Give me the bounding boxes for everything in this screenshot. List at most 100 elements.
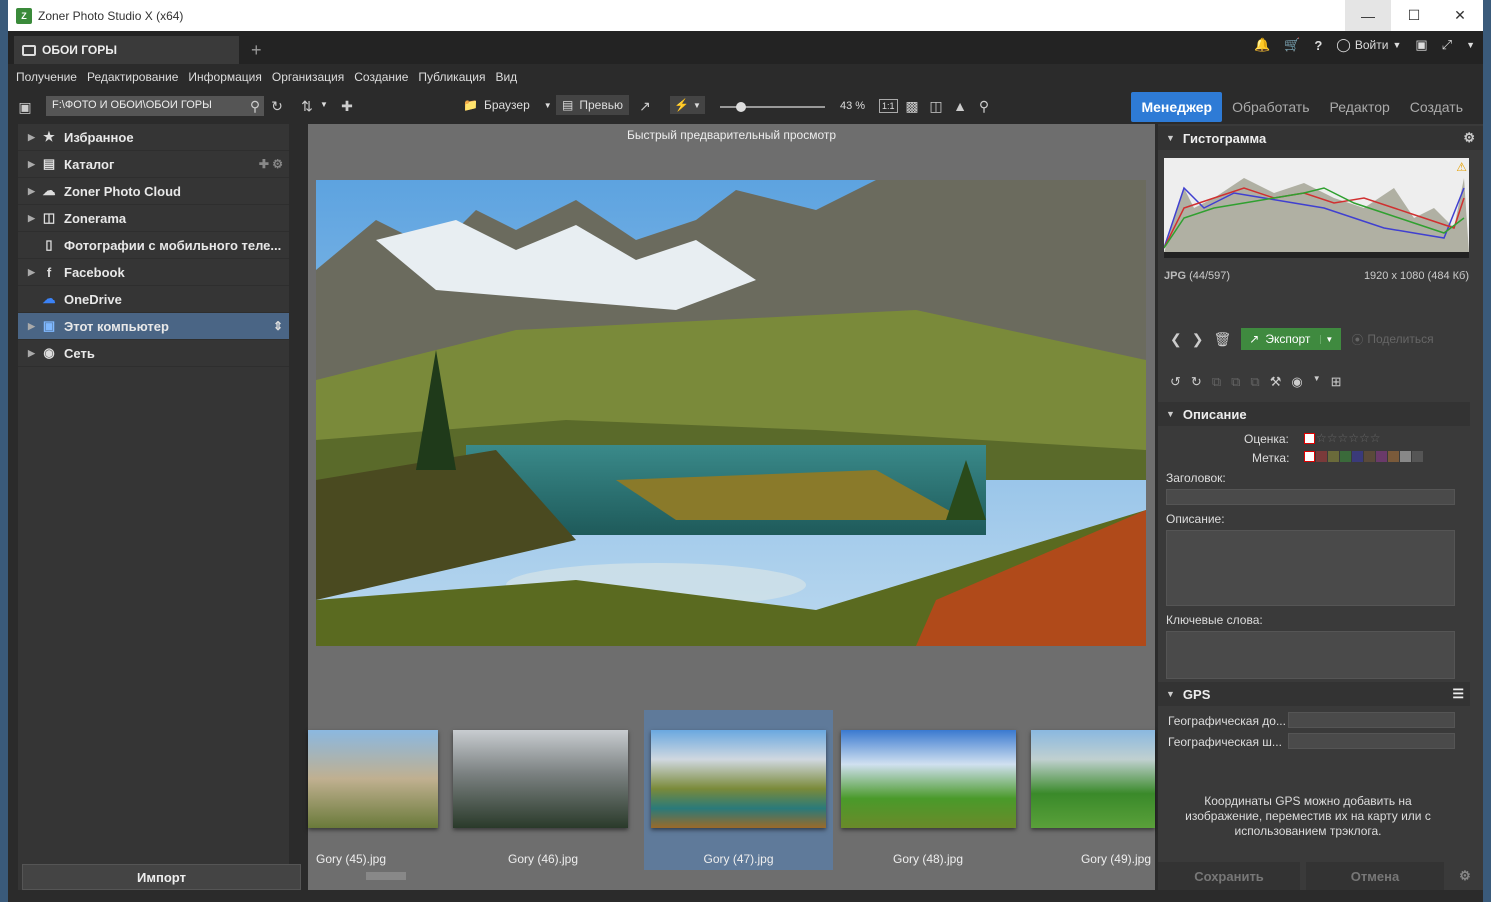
cancel-button[interactable]: Отмена xyxy=(1306,862,1444,890)
fit-screen-icon[interactable]: ▩ xyxy=(903,97,921,115)
description-input[interactable] xyxy=(1166,530,1455,606)
sort-icon[interactable]: ⇅ xyxy=(298,97,316,115)
expand-arrow-icon[interactable]: ▶ xyxy=(28,186,40,197)
expand-arrow-icon[interactable]: ▶ xyxy=(28,267,40,278)
keywords-input[interactable] xyxy=(1166,631,1455,679)
bell-icon[interactable]: 🔔 xyxy=(1254,37,1270,53)
chevron-down-icon[interactable]: ▼ xyxy=(320,100,328,109)
save-button[interactable]: Сохранить xyxy=(1158,862,1300,890)
menu-item-view[interactable]: Вид xyxy=(495,70,517,84)
copy-icon[interactable]: ⧉ xyxy=(1212,374,1221,390)
zoom-slider-handle[interactable] xyxy=(736,102,746,112)
menu-icon[interactable]: ☰ xyxy=(1452,686,1464,702)
green-label-swatch[interactable] xyxy=(1340,451,1351,462)
yellow-label-swatch[interactable] xyxy=(1328,451,1339,462)
path-input[interactable]: F:\ФОТО И ОБОИ\ОБОИ ГОРЫ xyxy=(46,96,264,116)
dark-label-swatch[interactable] xyxy=(1412,451,1423,462)
external-link-icon[interactable]: ↗ xyxy=(636,97,654,115)
maximize-button[interactable]: ☐ xyxy=(1391,0,1437,31)
heading-input[interactable] xyxy=(1166,489,1455,505)
minimize-button[interactable]: — xyxy=(1345,0,1391,31)
main-preview-image[interactable] xyxy=(316,180,1146,646)
add-tab-button[interactable]: + xyxy=(251,40,262,61)
compare-icon[interactable]: ◫ xyxy=(927,97,945,115)
menu-item-info[interactable]: Информация xyxy=(188,70,261,84)
menu-item-publish[interactable]: Публикация xyxy=(418,70,485,84)
no-label-swatch[interactable] xyxy=(1304,451,1315,462)
star-icon[interactable]: ☆☆☆☆☆☆ xyxy=(1316,431,1381,445)
tab-folder[interactable]: ОБОИ ГОРЫ xyxy=(14,36,239,64)
stamp-icon[interactable]: ◉ xyxy=(1291,374,1302,390)
zoom-slider[interactable] xyxy=(720,102,825,112)
settings-icon[interactable]: ⚙ xyxy=(1463,130,1475,146)
rating-stars[interactable]: ☆☆☆☆☆☆ xyxy=(1304,431,1381,445)
expand-arrow-icon[interactable]: ▶ xyxy=(28,159,40,170)
chevron-down-icon[interactable]: ▼ xyxy=(1466,40,1475,50)
histogram-header[interactable]: ▼ Гистограмма ⚙ xyxy=(1158,126,1483,150)
home-folder-icon[interactable]: ▣ xyxy=(16,98,34,116)
menu-item-edit[interactable]: Редактирование xyxy=(87,70,178,84)
nav-item-catalog[interactable]: ▶ ▤ Каталог ✚ ⚙ xyxy=(18,151,289,178)
actual-size-button[interactable]: 1:1 xyxy=(879,99,898,113)
thumbnail-47[interactable]: Gory (47).jpg xyxy=(644,710,833,870)
export-button[interactable]: ↗ Экспорт ▼ xyxy=(1241,328,1342,350)
rotate-left-icon[interactable]: ↺ xyxy=(1170,374,1181,390)
mode-editor[interactable]: Редактор xyxy=(1320,92,1400,122)
thumbnail-46[interactable]: Gory (46).jpg xyxy=(453,710,633,870)
filmstrip-scrollbar[interactable] xyxy=(366,872,406,880)
browser-view-button[interactable]: 📁 Браузер ▼ xyxy=(463,98,552,112)
delete-icon[interactable]: 🗑 xyxy=(1213,331,1231,348)
import-button[interactable]: Импорт xyxy=(22,864,301,890)
description-header[interactable]: ▼ Описание xyxy=(1158,402,1470,426)
color-labels[interactable] xyxy=(1304,451,1424,462)
chevron-down-icon[interactable]: ▼ xyxy=(1313,374,1321,390)
preview-view-button[interactable]: ▤ Превью xyxy=(556,95,629,115)
add-icon[interactable]: ⊞ xyxy=(1331,374,1342,390)
nav-item-mobile[interactable]: ▯ Фотографии с мобильного теле... xyxy=(18,232,289,259)
help-icon[interactable]: ? xyxy=(1314,38,1322,53)
tools-icon[interactable]: ⚒ xyxy=(1270,374,1282,390)
mode-create[interactable]: Создать xyxy=(1400,92,1473,122)
orange-label-swatch[interactable] xyxy=(1388,451,1399,462)
catalog-settings-icon[interactable]: ✚ ⚙ xyxy=(259,157,283,171)
menu-item-create[interactable]: Создание xyxy=(354,70,408,84)
zoom-lens-icon[interactable]: ⚲ xyxy=(975,97,993,115)
gear-icon[interactable]: ⚙ xyxy=(1450,862,1480,890)
warning-icon[interactable]: ⚠ xyxy=(1456,160,1467,174)
nav-item-zonerama[interactable]: ▶ ◫ Zonerama xyxy=(18,205,289,232)
previous-icon[interactable]: ❮ xyxy=(1170,331,1182,348)
nav-item-network[interactable]: ▶ ◉ Сеть xyxy=(18,340,289,367)
chevron-down-icon[interactable]: ▼ xyxy=(1320,334,1333,344)
duplicate-icon[interactable]: ⧉ xyxy=(1250,374,1259,390)
nav-item-facebook[interactable]: ▶ f Facebook xyxy=(18,259,289,286)
purple-label-swatch[interactable] xyxy=(1376,451,1387,462)
thumbnail-49[interactable]: Gory (49).jpg xyxy=(1023,710,1155,870)
nav-item-computer[interactable]: ▶ ▣ Этот компьютер ⇕ xyxy=(18,313,289,340)
quick-fix-button[interactable]: ⚡ ▼ xyxy=(670,96,705,114)
expand-arrow-icon[interactable]: ▶ xyxy=(28,321,40,332)
fullscreen-icon[interactable]: ⤢ xyxy=(1442,37,1452,53)
paste-icon[interactable]: ⧉ xyxy=(1231,374,1240,390)
next-icon[interactable]: ❯ xyxy=(1192,331,1204,348)
search-icon[interactable]: ⚲ xyxy=(246,97,264,115)
menu-item-organize[interactable]: Организация xyxy=(272,70,344,84)
expand-arrow-icon[interactable]: ▶ xyxy=(28,132,40,143)
no-rating-icon[interactable] xyxy=(1304,432,1315,444)
thumbnail-45[interactable]: Gory (45).jpg xyxy=(308,710,448,870)
red-label-swatch[interactable] xyxy=(1316,451,1327,462)
cart-icon[interactable]: 🛒 xyxy=(1284,37,1300,53)
lock-icon[interactable]: ▲ xyxy=(951,97,969,115)
mode-manager[interactable]: Менеджер xyxy=(1131,92,1223,122)
new-folder-icon[interactable]: ✚ xyxy=(338,97,356,115)
brown-label-swatch[interactable] xyxy=(1364,451,1375,462)
expand-arrow-icon[interactable]: ▶ xyxy=(28,348,40,359)
rotate-right-icon[interactable]: ↻ xyxy=(1191,374,1202,390)
expand-arrow-icon[interactable]: ▶ xyxy=(28,213,40,224)
close-button[interactable]: ✕ xyxy=(1437,0,1483,31)
monitor-icon[interactable]: ▣ xyxy=(1415,37,1427,53)
nav-item-onedrive[interactable]: ☁ OneDrive xyxy=(18,286,289,313)
menu-item-get[interactable]: Получение xyxy=(16,70,77,84)
blue-label-swatch[interactable] xyxy=(1352,451,1363,462)
refresh-icon[interactable]: ↻ xyxy=(268,97,286,115)
gray-label-swatch[interactable] xyxy=(1400,451,1411,462)
